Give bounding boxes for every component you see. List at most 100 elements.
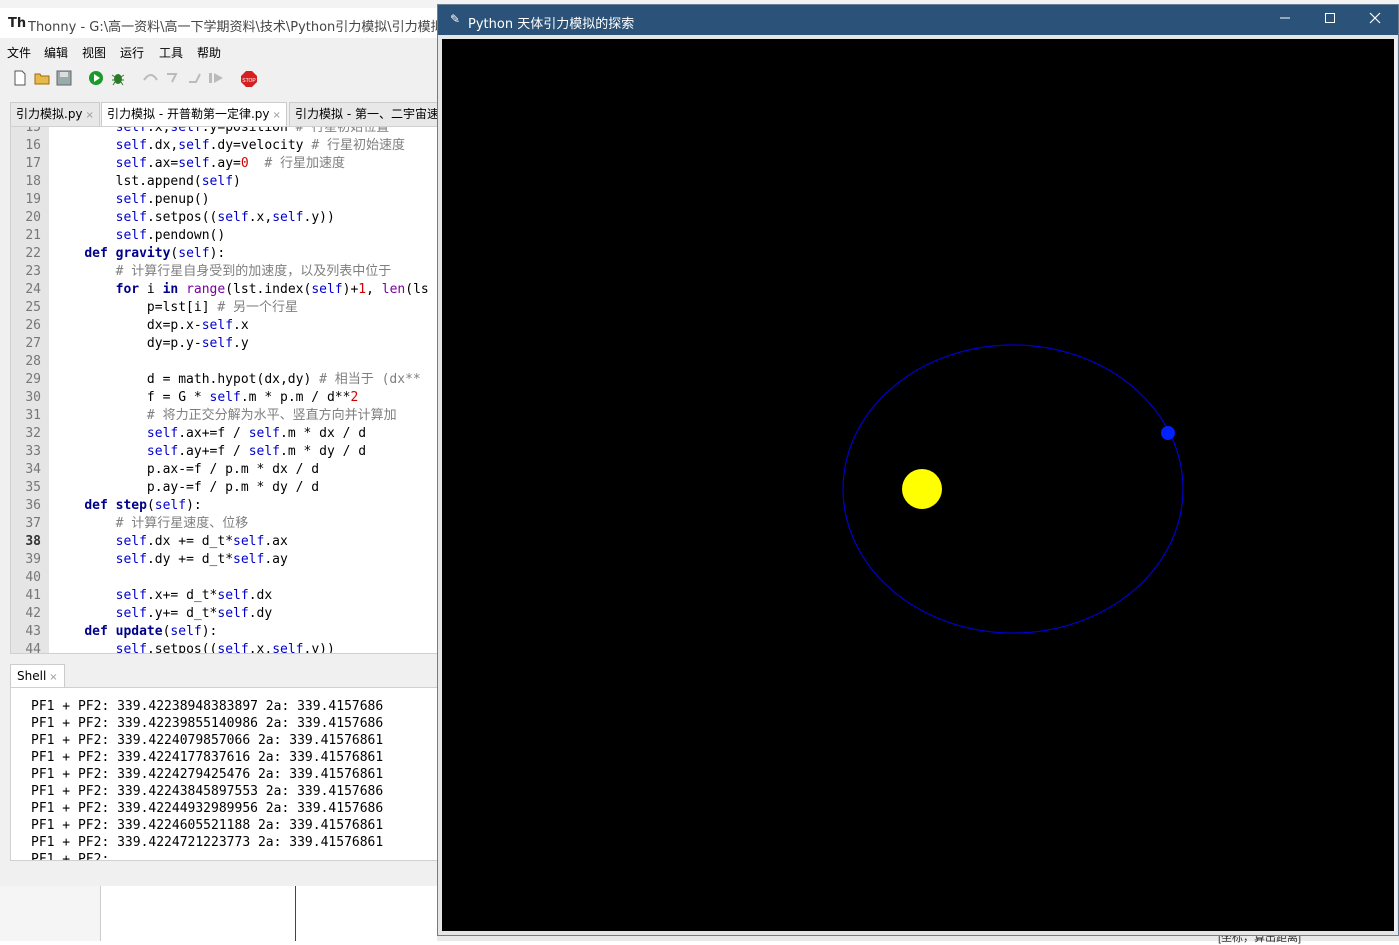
line-number: 35 bbox=[25, 480, 41, 495]
menu-file[interactable]: 文件 bbox=[7, 44, 31, 61]
tab-label: 引力模拟 - 第一、二宇宙速 bbox=[295, 107, 439, 121]
shell-output-line: PF1 + PF2: 339.42238948383897 2a: 339.41… bbox=[31, 699, 384, 714]
open-folder-icon[interactable] bbox=[34, 70, 50, 86]
code-line: 22 def gravity(self): bbox=[11, 245, 440, 263]
code-line: 34 p.ax-=f / p.m * dx / d bbox=[11, 461, 440, 479]
code-text: for i in range(lst.index(self)+1, len(ls bbox=[115, 282, 429, 297]
code-line: 30 f = G * self.m * p.m / d**2 bbox=[11, 389, 440, 407]
editor-tabs: 引力模拟.py × 引力模拟 - 开普勒第一定律.py × 引力模拟 - 第一、二宇… bbox=[0, 102, 440, 126]
line-number: 33 bbox=[25, 444, 41, 459]
code-text: dy=p.y-self.y bbox=[53, 336, 249, 351]
menu-tools[interactable]: 工具 bbox=[159, 44, 183, 61]
menu-help[interactable]: 帮助 bbox=[197, 44, 221, 61]
close-icon[interactable]: × bbox=[273, 110, 281, 121]
code-text: # 计算行星自身受到的加速度，以及列表中位于 bbox=[115, 264, 392, 279]
menu-run[interactable]: 运行 bbox=[120, 44, 144, 61]
turtle-window-title: Python 天体引力模拟的探索 bbox=[468, 17, 635, 32]
code-text: def update(self): bbox=[84, 624, 218, 639]
line-number: 39 bbox=[25, 552, 41, 567]
shell-output-line: PF1 + PF2: 339.4224721223773 2a: 339.415… bbox=[31, 835, 384, 850]
resume-icon[interactable] bbox=[208, 70, 224, 86]
simulation-svg bbox=[442, 39, 1394, 931]
step-out-icon[interactable] bbox=[186, 70, 202, 86]
code-text: self.pendown() bbox=[115, 228, 226, 243]
line-number: 25 bbox=[25, 300, 41, 315]
line-number: 38 bbox=[25, 534, 41, 549]
code-text: def step(self): bbox=[84, 498, 202, 513]
code-line: 23 # 计算行星自身受到的加速度，以及列表中位于 bbox=[11, 263, 440, 281]
minimize-button[interactable] bbox=[1262, 5, 1307, 35]
code-text: self.ax+=f / self.m * dx / d bbox=[146, 426, 367, 441]
code-line: 28 bbox=[11, 353, 440, 371]
run-icon[interactable] bbox=[88, 70, 104, 86]
code-line: 40 bbox=[11, 569, 440, 587]
tab-cosmic-velocity[interactable]: 引力模拟 - 第一、二宇宙速 bbox=[289, 102, 440, 126]
code-line: 44 self.setpos((self.x,self.y)) bbox=[11, 641, 440, 654]
code-text: p.ay-=f / p.m * dy / d bbox=[53, 480, 320, 495]
line-number: 22 bbox=[25, 246, 41, 261]
code-line: 32 self.ax+=f / self.m * dx / d bbox=[11, 425, 440, 443]
tab-gravity-sim[interactable]: 引力模拟.py × bbox=[10, 102, 100, 126]
code-text: self.setpos((self.x,self.y)) bbox=[115, 210, 335, 225]
close-button[interactable] bbox=[1352, 5, 1397, 35]
menu-edit[interactable]: 编辑 bbox=[44, 44, 68, 61]
turtle-window: ✎ Python 天体引力模拟的探索 bbox=[437, 4, 1399, 936]
code-text: d = math.hypot(dx,dy) # 相当于 (dx** bbox=[53, 372, 421, 387]
thonny-window: Th Thonny - G:\高一资料\高一下学期资料\技术\Python引力模… bbox=[0, 8, 440, 886]
thonny-logo-icon: Th bbox=[8, 16, 27, 31]
tab-label: 引力模拟 - 开普勒第一定律.py bbox=[107, 107, 270, 121]
line-number: 21 bbox=[25, 228, 41, 243]
code-line: 20 self.setpos((self.x,self.y)) bbox=[11, 209, 440, 227]
code-line: 42 self.y+= d_t*self.dy bbox=[11, 605, 440, 623]
turtle-title-bar[interactable]: ✎ Python 天体引力模拟的探索 bbox=[438, 5, 1398, 35]
code-text: self.dx,self.dy=velocity # 行星初始速度 bbox=[115, 138, 405, 153]
line-number: 30 bbox=[25, 390, 41, 405]
line-number: 36 bbox=[25, 498, 41, 513]
code-text: def gravity(self): bbox=[84, 246, 226, 261]
code-text: self.setpos((self.x,self.y)) bbox=[115, 642, 335, 654]
line-number: 16 bbox=[25, 138, 41, 153]
code-text: # 将力正交分解为水平、竖直方向并计算加 bbox=[146, 408, 397, 423]
code-text: self.ay+=f / self.m * dy / d bbox=[146, 444, 367, 459]
tab-shell[interactable]: Shell × bbox=[10, 664, 65, 687]
line-number: 29 bbox=[25, 372, 41, 387]
step-into-icon[interactable] bbox=[164, 70, 180, 86]
save-icon[interactable] bbox=[56, 70, 72, 86]
code-text: self.x+= d_t*self.dx bbox=[115, 588, 273, 603]
line-number: 40 bbox=[25, 570, 41, 585]
code-line: 29 d = math.hypot(dx,dy) # 相当于 (dx** bbox=[11, 371, 440, 389]
shell-panel[interactable]: PF1 + PF2: 339.42238948383897 2a: 339.41… bbox=[10, 687, 440, 861]
maximize-button[interactable] bbox=[1307, 5, 1352, 35]
line-number: 26 bbox=[25, 318, 41, 333]
code-text: self.dx += d_t*self.ax bbox=[115, 534, 288, 549]
line-number: 15 bbox=[25, 126, 41, 135]
line-number: 27 bbox=[25, 336, 41, 351]
stop-icon[interactable]: STOP bbox=[240, 70, 257, 87]
thonny-title-bar[interactable]: Th Thonny - G:\高一资料\高一下学期资料\技术\Python引力模… bbox=[0, 8, 440, 38]
new-file-icon[interactable] bbox=[12, 70, 28, 86]
shell-output-line: PF1 + PF2: 339.4224177837616 2a: 339.415… bbox=[31, 750, 384, 765]
code-line: 16 self.dx,self.dy=velocity # 行星初始速度 bbox=[11, 137, 440, 155]
turtle-canvas[interactable] bbox=[442, 39, 1394, 931]
step-over-icon[interactable] bbox=[142, 70, 158, 86]
line-number: 34 bbox=[25, 462, 41, 477]
code-line: 37 # 计算行星速度、位移 bbox=[11, 515, 440, 533]
close-icon[interactable]: × bbox=[49, 672, 57, 683]
code-text: dx=p.x-self.x bbox=[53, 318, 249, 333]
line-number: 44 bbox=[25, 642, 41, 654]
menu-view[interactable]: 视图 bbox=[82, 44, 106, 61]
thonny-window-title: Thonny - G:\高一资料\高一下学期资料\技术\Python引力模拟\引… bbox=[28, 20, 440, 35]
code-editor[interactable]: 15 self.x,self.y=position # 行星初始位置 16 sel… bbox=[10, 126, 440, 654]
code-line: 18 lst.append(self) bbox=[11, 173, 440, 191]
code-line: 26 dx=p.x-self.x bbox=[11, 317, 440, 335]
canvas-scroll-edge bbox=[1394, 39, 1397, 931]
line-number: 43 bbox=[25, 624, 41, 639]
shell-output-line: PF1 + PF2: 339.4224079857066 2a: 339.415… bbox=[31, 733, 384, 748]
code-line: 15 self.x,self.y=position # 行星初始位置 bbox=[11, 126, 440, 137]
debug-icon[interactable] bbox=[110, 70, 126, 86]
line-number: 24 bbox=[25, 282, 41, 297]
tab-kepler-first-law[interactable]: 引力模拟 - 开普勒第一定律.py × bbox=[101, 102, 287, 126]
code-text: p=lst[i] # 另一个行星 bbox=[53, 300, 299, 315]
sun bbox=[902, 469, 942, 509]
close-icon[interactable]: × bbox=[86, 110, 94, 121]
